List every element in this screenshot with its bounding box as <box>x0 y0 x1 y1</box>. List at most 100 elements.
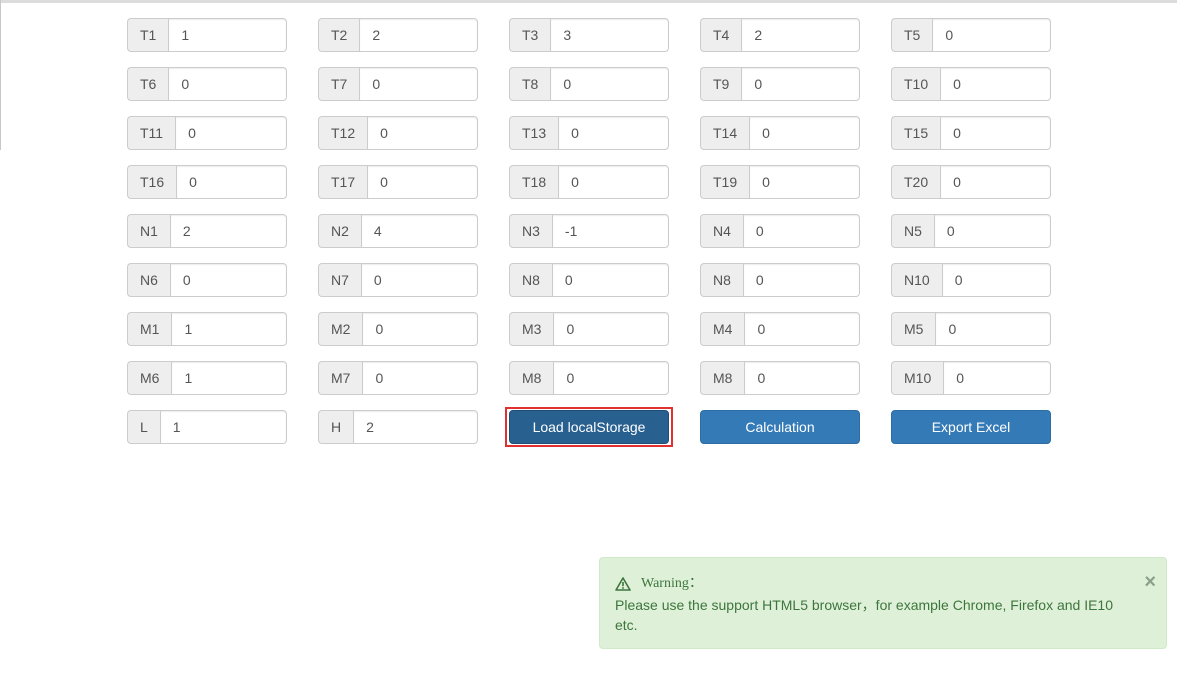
param-label: N6 <box>127 263 170 297</box>
param-input-h[interactable] <box>353 410 478 444</box>
param-label: T20 <box>891 165 941 199</box>
param-input-t5[interactable] <box>932 18 1051 52</box>
export-excel-button[interactable]: Export Excel <box>891 410 1051 444</box>
param-group-n9: N8 <box>700 263 860 297</box>
param-group-m2: M2 <box>318 312 478 346</box>
close-icon[interactable]: × <box>1144 572 1156 592</box>
param-input-t15[interactable] <box>940 116 1051 150</box>
param-label: T12 <box>318 116 368 150</box>
param-label: M8 <box>700 361 745 395</box>
param-group-t2: T2 <box>318 18 478 52</box>
param-input-m3[interactable] <box>553 312 669 346</box>
param-input-t20[interactable] <box>940 165 1051 199</box>
param-label: T14 <box>700 116 750 150</box>
param-input-t7[interactable] <box>359 67 478 101</box>
param-group-t10: T10 <box>891 67 1051 101</box>
param-input-t2[interactable] <box>359 18 478 52</box>
param-label: M2 <box>318 312 363 346</box>
param-label: T17 <box>318 165 368 199</box>
param-group-m9: M8 <box>700 361 860 395</box>
param-label: T7 <box>318 67 360 101</box>
param-label: T13 <box>509 116 559 150</box>
param-input-t8[interactable] <box>550 67 669 101</box>
param-input-t10[interactable] <box>940 67 1051 101</box>
param-input-n1[interactable] <box>169 214 287 248</box>
param-input-t1[interactable] <box>168 18 287 52</box>
param-input-n2[interactable] <box>360 214 478 248</box>
load-localstorage-button[interactable]: Load localStorage <box>509 410 669 444</box>
param-group-t18: T18 <box>509 165 669 199</box>
param-group-t11: T11 <box>127 116 287 150</box>
param-input-n10[interactable] <box>941 263 1051 297</box>
param-group-t14: T14 <box>700 116 860 150</box>
param-group-t15: T15 <box>891 116 1051 150</box>
param-input-m9[interactable] <box>744 361 860 395</box>
param-input-t3[interactable] <box>550 18 669 52</box>
param-group-t4: T4 <box>700 18 860 52</box>
param-input-n6[interactable] <box>169 263 287 297</box>
param-label: N10 <box>891 263 942 297</box>
param-input-m4[interactable] <box>744 312 860 346</box>
param-label: T3 <box>509 18 551 52</box>
param-input-m7[interactable] <box>362 361 478 395</box>
calculation-button[interactable]: Calculation <box>700 410 860 444</box>
param-input-t9[interactable] <box>741 67 860 101</box>
param-label: H <box>318 410 354 444</box>
param-label: T16 <box>127 165 177 199</box>
param-label: N5 <box>891 214 934 248</box>
param-group-m6: M6 <box>127 361 287 395</box>
param-group-t1: T1 <box>127 18 287 52</box>
param-label: N4 <box>700 214 743 248</box>
param-input-n4[interactable] <box>742 214 860 248</box>
window-top-border <box>0 0 1177 3</box>
param-group-n3: N3 <box>509 214 669 248</box>
window-left-border <box>0 0 1 150</box>
param-input-t11[interactable] <box>175 116 287 150</box>
param-group-n6: N6 <box>127 263 287 297</box>
param-label: T11 <box>127 116 176 150</box>
param-input-t17[interactable] <box>367 165 478 199</box>
param-input-n7[interactable] <box>360 263 478 297</box>
param-input-n9[interactable] <box>742 263 860 297</box>
param-label: N2 <box>318 214 361 248</box>
param-input-m5[interactable] <box>935 312 1051 346</box>
param-input-m1[interactable] <box>171 312 287 346</box>
param-input-t16[interactable] <box>176 165 287 199</box>
param-label: N7 <box>318 263 361 297</box>
param-input-t18[interactable] <box>558 165 669 199</box>
param-label: T2 <box>318 18 360 52</box>
param-input-t19[interactable] <box>749 165 860 199</box>
param-group-n4: N4 <box>700 214 860 248</box>
param-group-t6: T6 <box>127 67 287 101</box>
param-input-t6[interactable] <box>168 67 287 101</box>
alert-message: Please use the support HTML5 browser，for… <box>615 597 1114 633</box>
param-input-m8[interactable] <box>553 361 669 395</box>
param-group-m4: M4 <box>700 312 860 346</box>
param-input-m2[interactable] <box>362 312 478 346</box>
param-input-m10[interactable] <box>943 361 1051 395</box>
param-input-l[interactable] <box>159 410 287 444</box>
param-input-t14[interactable] <box>749 116 860 150</box>
param-group-t13: T13 <box>509 116 669 150</box>
param-label: T4 <box>700 18 742 52</box>
param-group-n10: N10 <box>891 263 1051 297</box>
param-input-n3[interactable] <box>551 214 669 248</box>
param-label: T18 <box>509 165 559 199</box>
param-input-t4[interactable] <box>741 18 860 52</box>
param-label: T19 <box>700 165 750 199</box>
param-input-t12[interactable] <box>367 116 478 150</box>
param-label: M10 <box>891 361 944 395</box>
param-group-n2: N2 <box>318 214 478 248</box>
warning-alert: × Warning： Please use the support HTML5 … <box>599 557 1167 649</box>
param-label: N8 <box>700 263 743 297</box>
param-input-n8[interactable] <box>551 263 669 297</box>
param-input-m6[interactable] <box>171 361 287 395</box>
param-input-n5[interactable] <box>933 214 1051 248</box>
param-label: T6 <box>127 67 169 101</box>
param-group-m5: M5 <box>891 312 1051 346</box>
param-group-l: L <box>127 410 287 444</box>
param-group-n5: N5 <box>891 214 1051 248</box>
param-input-t13[interactable] <box>558 116 669 150</box>
param-label: N8 <box>509 263 552 297</box>
param-group-t20: T20 <box>891 165 1051 199</box>
